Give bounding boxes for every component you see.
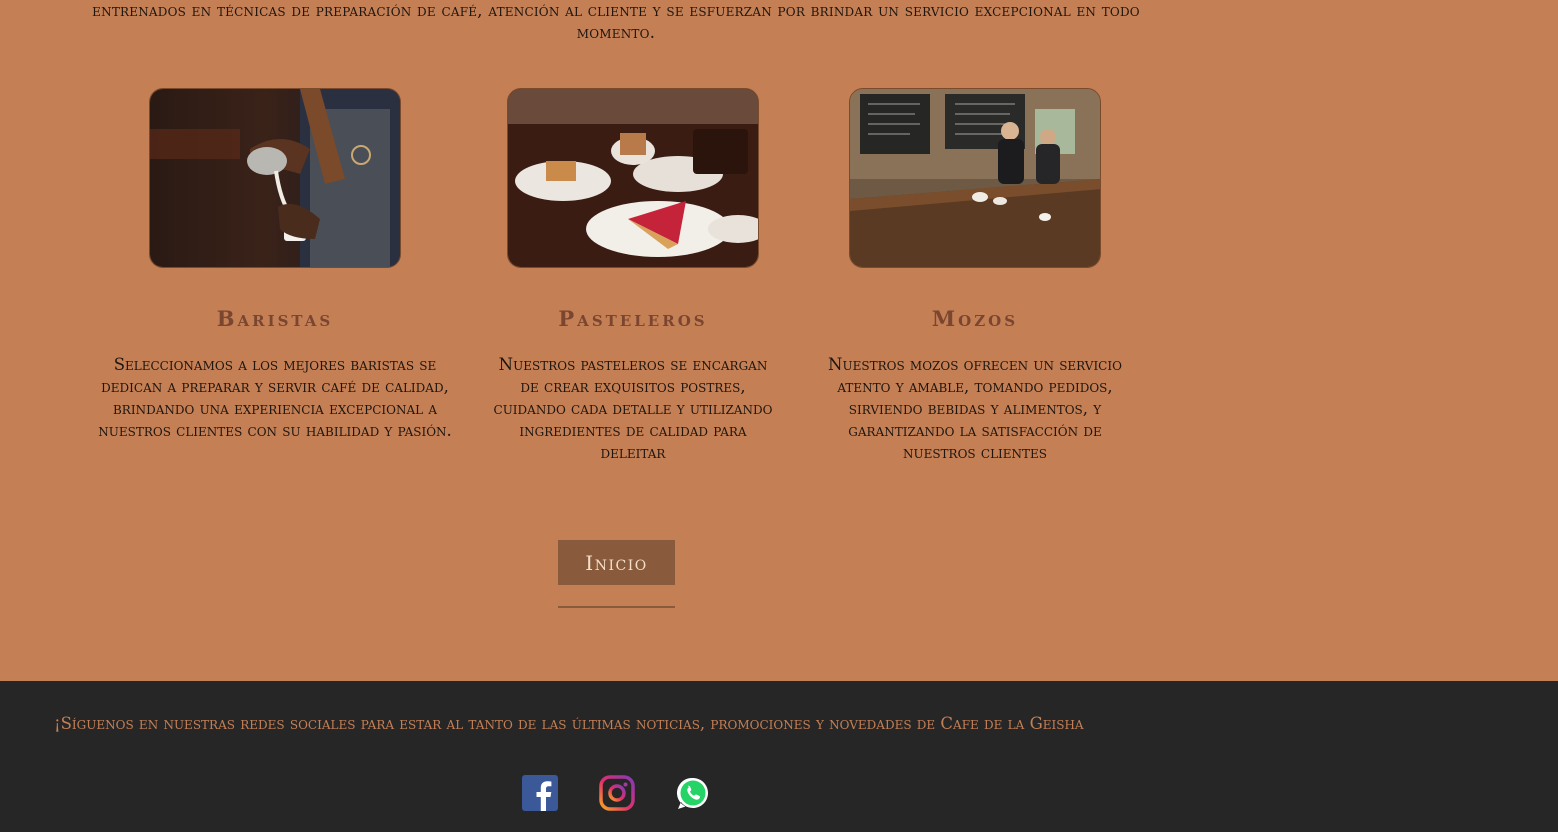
team-card-mozos: Mozos Nuestros mozos ofrecen un servicio… [828,88,1122,462]
button-underline [558,606,675,608]
intro-text: entrenados en técnicas de preparación de… [92,1,1140,43]
team-card-pasteleros: Pasteleros Nuestros pasteleros se encarg… [494,88,772,462]
team-description: Nuestros mozos ofrecen un servicio atent… [828,355,1122,462]
team-description: Nuestros pasteleros se encargan de crear… [493,355,773,462]
team-title: Pasteleros [558,306,708,331]
instagram-icon[interactable] [599,775,635,811]
whatsapp-icon[interactable] [675,775,711,811]
inicio-button[interactable]: Inicio [558,540,675,585]
team-title: Mozos [931,306,1019,331]
team-card-baristas: Baristas Seleccionamos a los mejores bar… [98,88,452,440]
footer: ¡Síguenos en nuestras redes sociales par… [0,681,1558,832]
team-description: Seleccionamos a los mejores baristas se … [98,355,452,440]
waiters-photo [849,88,1101,268]
team-title: Baristas [216,306,334,331]
follow-us-text: ¡Síguenos en nuestras redes sociales par… [54,714,1084,733]
facebook-icon[interactable] [522,775,558,811]
pastry-photo [507,88,759,268]
barista-photo [149,88,401,268]
